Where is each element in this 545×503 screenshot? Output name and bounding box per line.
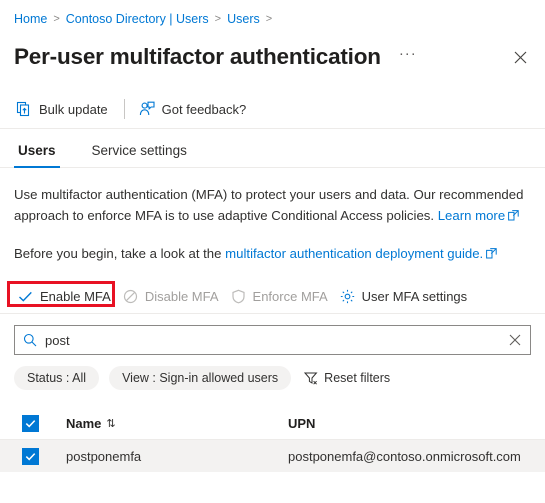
filter-reset-icon xyxy=(304,371,318,385)
filter-chips: Status : All View : Sign-in allowed user… xyxy=(14,365,545,391)
clear-icon[interactable] xyxy=(500,334,530,346)
external-link-icon xyxy=(486,244,497,265)
breadcrumb-item-contoso-directory-users[interactable]: Contoso Directory | Users xyxy=(66,12,209,26)
filter-chip-status[interactable]: Status : All xyxy=(14,366,100,390)
description-block: Use multifactor authentication (MFA) to … xyxy=(0,168,545,265)
description-paragraph-1: Use multifactor authentication (MFA) to … xyxy=(14,184,531,227)
table-row[interactable]: postponemfa postponemfa@contoso.onmicros… xyxy=(0,440,545,472)
ellipsis-icon[interactable]: ··· xyxy=(395,46,421,67)
page-root: Home > Contoso Directory | Users > Users… xyxy=(0,0,545,472)
disable-mfa-button: Disable MFA xyxy=(119,285,227,308)
search-box[interactable] xyxy=(14,325,531,355)
tab-list: Users Service settings xyxy=(0,131,545,168)
row-select-cell xyxy=(0,447,48,465)
checkmark-icon xyxy=(18,289,33,304)
breadcrumb-separator-icon: > xyxy=(214,13,222,25)
command-bar: Bulk update Got feedback? xyxy=(0,90,545,129)
enable-mfa-button[interactable]: Enable MFA xyxy=(14,285,119,308)
search-icon xyxy=(15,333,45,347)
reset-filters-label: Reset filters xyxy=(324,371,391,385)
table-header-row: Name ⇅ UPN xyxy=(0,407,545,440)
shield-icon xyxy=(231,289,246,304)
filter-chip-status-label: Status : All xyxy=(27,371,87,385)
tab-users-label: Users xyxy=(18,143,56,158)
users-table: Name ⇅ UPN postponemfa postponemfa@conto… xyxy=(0,407,545,472)
page-title: Per-user multifactor authentication xyxy=(14,44,381,69)
column-header-upn[interactable]: UPN xyxy=(288,416,545,431)
tab-service-settings-label: Service settings xyxy=(91,143,187,158)
got-feedback-button[interactable]: Got feedback? xyxy=(137,97,255,121)
command-bar-divider xyxy=(123,99,125,119)
title-row: Per-user multifactor authentication ··· xyxy=(0,30,545,78)
column-header-name[interactable]: Name ⇅ xyxy=(48,416,288,431)
close-icon[interactable] xyxy=(507,44,533,70)
search-input[interactable] xyxy=(45,332,500,348)
disable-mfa-label: Disable MFA xyxy=(144,288,219,304)
enforce-mfa-label: Enforce MFA xyxy=(252,288,328,304)
user-mfa-settings-button[interactable]: User MFA settings xyxy=(336,285,475,308)
breadcrumb-separator-icon: > xyxy=(265,13,273,25)
enforce-mfa-button: Enforce MFA xyxy=(227,285,336,308)
external-link-icon xyxy=(508,206,519,227)
user-mfa-settings-label: User MFA settings xyxy=(361,288,468,304)
breadcrumb-separator-icon: > xyxy=(53,13,60,25)
block-circle-icon xyxy=(123,289,138,304)
mfa-action-bar: Enable MFA Disable MFA Enforce MFA User … xyxy=(0,279,545,314)
sort-arrows-icon: ⇅ xyxy=(106,417,116,430)
breadcrumb: Home > Contoso Directory | Users > Users… xyxy=(0,0,545,30)
deployment-guide-link[interactable]: multifactor authentication deployment gu… xyxy=(225,246,483,261)
breadcrumb-item-home[interactable]: Home xyxy=(14,12,47,26)
row-name-cell: postponemfa xyxy=(66,448,142,464)
row-upn-cell: postponemfa@contoso.onmicrosoft.com xyxy=(288,448,521,464)
description-text-2: Before you begin, take a look at the xyxy=(14,246,226,261)
got-feedback-label: Got feedback? xyxy=(161,101,247,117)
feedback-person-icon xyxy=(139,101,155,117)
learn-more-link[interactable]: Learn more xyxy=(438,208,505,223)
filter-chip-view[interactable]: View : Sign-in allowed users xyxy=(109,366,292,390)
column-header-name-label: Name xyxy=(66,415,102,431)
row-checkbox[interactable] xyxy=(22,447,39,465)
bulk-update-icon xyxy=(16,101,32,117)
bulk-update-button[interactable]: Bulk update xyxy=(14,97,116,121)
enable-mfa-label: Enable MFA xyxy=(40,288,111,304)
reset-filters-button[interactable]: Reset filters xyxy=(304,371,390,385)
gear-icon xyxy=(340,289,355,304)
tab-service-settings[interactable]: Service settings xyxy=(88,143,191,167)
description-paragraph-2: Before you begin, take a look at the mul… xyxy=(14,243,531,265)
bulk-update-label: Bulk update xyxy=(39,101,108,117)
select-all-cell xyxy=(0,414,48,432)
column-header-upn-label: UPN xyxy=(288,415,316,431)
breadcrumb-item-users[interactable]: Users xyxy=(227,12,260,26)
filter-chip-view-label: View : Sign-in allowed users xyxy=(122,371,279,385)
select-all-checkbox[interactable] xyxy=(22,414,39,432)
tab-users[interactable]: Users xyxy=(14,143,60,168)
